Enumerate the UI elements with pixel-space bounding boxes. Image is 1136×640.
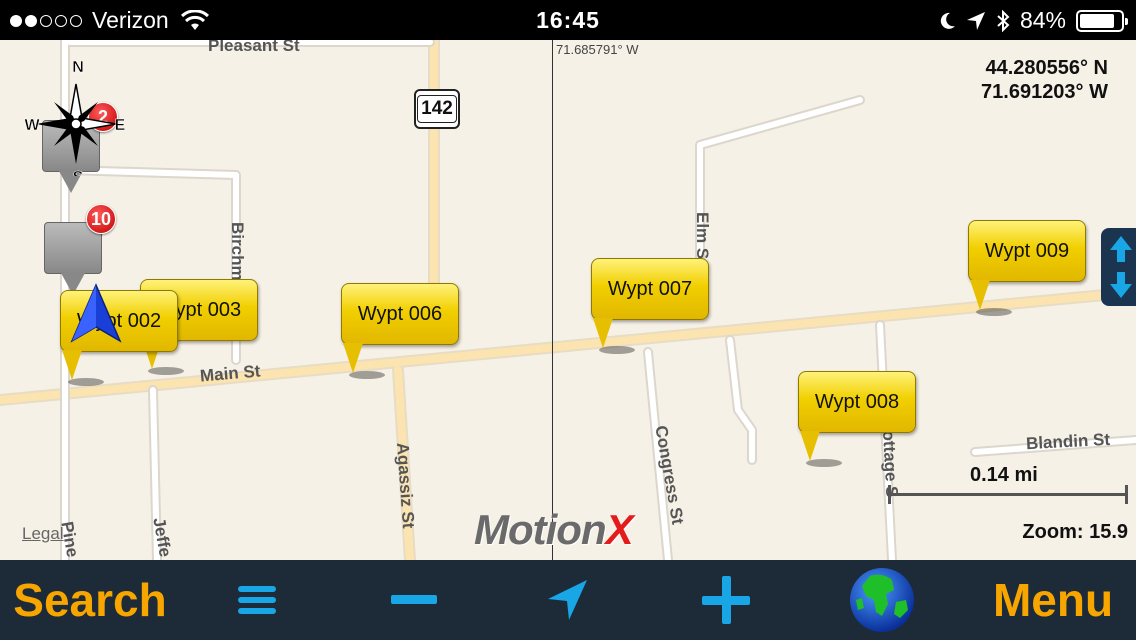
plus-icon	[702, 576, 750, 624]
bluetooth-icon	[997, 9, 1010, 32]
waypoint-label: Wypt 006	[341, 283, 459, 345]
logo-accent: X	[605, 506, 634, 553]
zoom-out-button[interactable]	[374, 560, 454, 640]
scale-label: 0.14 mi	[970, 464, 1038, 486]
logo-main: Motion	[474, 506, 607, 553]
panel-toggle-handle[interactable]	[1101, 228, 1136, 306]
waypoint-shadow	[349, 371, 385, 379]
meridian-line	[552, 40, 553, 560]
route-shield-142: 142	[414, 89, 460, 129]
waypoint-label: Wypt 009	[968, 220, 1086, 282]
waypoint-shadow	[148, 367, 184, 375]
compass-rose-icon[interactable]: N S W E	[24, 56, 128, 176]
legal-link[interactable]: Legal	[22, 524, 64, 544]
waypoint-tail	[593, 318, 613, 348]
street-label-birch: Birchm	[228, 222, 247, 281]
compass-e: E	[115, 117, 126, 134]
location-arrow-icon	[966, 11, 985, 30]
globe-icon	[850, 568, 914, 632]
longitude: 71.691203° W	[981, 81, 1108, 103]
waypoint-shadow	[599, 346, 635, 354]
status-bar: Verizon 16:45 84%	[0, 0, 1136, 40]
waypoint-tail	[62, 350, 82, 380]
compass-s: S	[73, 169, 84, 176]
waypoint-tail	[343, 343, 363, 373]
battery-percent: 84%	[1019, 7, 1066, 33]
waypoint-label: Wypt 008	[798, 371, 916, 433]
compass-w: W	[24, 117, 40, 134]
current-location-icon	[70, 283, 122, 343]
map-view[interactable]: 71.685791° W Pleasant St Main St Birchm …	[0, 40, 1136, 560]
route-number: 142	[417, 95, 457, 123]
street-label-elm: Elm S	[693, 212, 712, 260]
moon-icon	[940, 12, 955, 29]
latitude: 44.280556° N	[985, 57, 1108, 79]
globe-button[interactable]	[840, 560, 924, 640]
meridian-label: 71.685791° W	[556, 42, 639, 57]
locate-button[interactable]	[528, 560, 608, 640]
menu-button-label: Menu	[992, 574, 1114, 626]
cluster-badge: 10	[86, 204, 116, 234]
search-button[interactable]: Search	[0, 560, 180, 640]
minus-icon	[391, 595, 437, 604]
scale-line	[888, 485, 1128, 504]
zoom-in-button[interactable]	[686, 560, 766, 640]
battery-icon	[1076, 9, 1128, 32]
menu-button[interactable]: Menu	[970, 560, 1136, 640]
waypoint-tail	[970, 280, 990, 310]
search-button-label: Search	[13, 574, 167, 626]
zoom-level: Zoom: 15.9	[1022, 521, 1128, 543]
list-icon	[238, 586, 276, 614]
waypoint-shadow	[68, 378, 104, 386]
street-label-pleasant: Pleasant St	[208, 40, 300, 55]
coordinates-readout: 44.280556° N 71.691203° W	[981, 56, 1108, 104]
waypoint-shadow	[976, 308, 1012, 316]
waypoint-tail	[800, 431, 820, 461]
status-right: 84%	[938, 7, 1128, 34]
bottom-toolbar: Search Menu	[0, 560, 1136, 640]
list-button[interactable]	[217, 560, 297, 640]
waypoint-shadow	[806, 459, 842, 467]
motionx-logo: MotionX	[474, 506, 634, 554]
navigation-arrow-icon	[548, 580, 587, 620]
battery-fill	[1080, 13, 1114, 28]
waypoint-label: Wypt 007	[591, 258, 709, 320]
compass-n: N	[72, 59, 84, 76]
up-down-arrow-icon	[1110, 236, 1132, 298]
